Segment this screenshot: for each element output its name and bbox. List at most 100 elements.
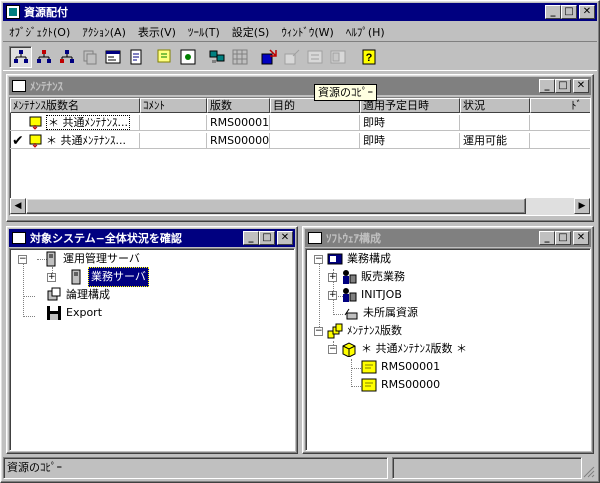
minimize-button[interactable]: _ — [545, 5, 561, 19]
version-icon — [361, 377, 377, 393]
scroll-right-button[interactable]: ▶ — [574, 198, 590, 214]
minimize-button[interactable]: _ — [539, 79, 555, 93]
maximize-button[interactable]: □ — [555, 231, 571, 245]
collapse-icon[interactable]: − — [18, 254, 27, 264]
menu-settings[interactable]: 設定(S) — [226, 22, 276, 42]
col-header-version[interactable]: 版数 — [207, 98, 270, 113]
package-icon — [341, 341, 357, 358]
maintenance-title: ﾒﾝﾃﾅﾝｽ — [30, 80, 63, 93]
menu-view[interactable]: 表示(V) — [132, 22, 182, 42]
collapse-icon[interactable]: − — [314, 326, 323, 336]
maximize-button[interactable]: □ — [561, 5, 577, 19]
target-system-tree[interactable]: − 運用管理サーバ + 業務サーバ 論理構成 Export — [9, 248, 295, 451]
close-button[interactable]: ✕ — [573, 231, 589, 245]
maximize-button[interactable]: □ — [555, 79, 571, 93]
svg-text:?: ? — [365, 52, 372, 64]
scroll-thumb[interactable] — [26, 198, 526, 214]
checkmark-icon: ✔ — [12, 133, 24, 149]
maintenance-icon — [12, 80, 26, 92]
logical-config-icon — [46, 287, 62, 303]
distribute-icon[interactable] — [257, 46, 280, 68]
menu-window[interactable]: ｳｨﾝﾄﾞｳ(W) — [275, 22, 339, 42]
tree-view-icon[interactable] — [9, 46, 32, 68]
computer-icon[interactable] — [205, 46, 228, 68]
menu-action[interactable]: ｱｸｼｮﾝ(A) — [76, 22, 132, 42]
menu-help[interactable]: ﾍﾙﾌﾟ(H) — [340, 22, 391, 42]
network-alt-icon[interactable] — [55, 46, 78, 68]
help-icon[interactable]: ? — [357, 46, 380, 68]
tree-item-rms00001[interactable]: RMS00001 — [361, 358, 440, 376]
unassigned-icon — [343, 305, 359, 321]
close-button[interactable]: ✕ — [573, 79, 589, 93]
tree-item-initjob[interactable]: + INITJOB — [328, 286, 402, 304]
users-icon — [341, 269, 357, 285]
copy-icon[interactable] — [78, 46, 101, 68]
software-tree[interactable]: − 業務構成 + 販売業務 + INITJOB 未所属資源 − ﾒﾝﾃﾅﾝｽ版数… — [305, 248, 591, 451]
users-icon — [341, 287, 357, 303]
expand-icon[interactable]: + — [47, 272, 56, 282]
col-header-comment[interactable]: ｺﾒﾝﾄ — [140, 98, 207, 113]
maximize-button[interactable]: □ — [259, 231, 275, 245]
col-header-more[interactable]: ﾄﾞ — [530, 98, 590, 113]
status-bar-text: 資源のｺﾋﾟｰ — [3, 457, 388, 479]
properties-icon[interactable] — [101, 46, 124, 68]
disabled-icon[interactable] — [326, 46, 349, 68]
search-icon[interactable] — [153, 46, 176, 68]
network-view-icon[interactable] — [32, 46, 55, 68]
maintenance-item-icon — [29, 134, 43, 148]
disabled-icon[interactable] — [303, 46, 326, 68]
scroll-left-button[interactable]: ◀ — [10, 198, 26, 214]
target-system-icon — [12, 232, 26, 244]
software-title-bar[interactable]: ｿﾌﾄｳｪｱ構成 _ □ ✕ — [305, 229, 591, 247]
tree-item-rms00000[interactable]: RMS00000 — [361, 376, 440, 394]
app-title: 資源配付 — [24, 6, 68, 19]
collapse-icon[interactable]: − — [328, 344, 337, 354]
tree-item-maint-version[interactable]: − ﾒﾝﾃﾅﾝｽ版数 — [314, 322, 402, 340]
server-icon — [43, 251, 59, 267]
target-system-title-bar[interactable]: 対象システム−全体状況を確認 _ □ ✕ — [9, 229, 295, 247]
business-config-icon — [327, 251, 343, 267]
tree-item-common[interactable]: − ＊ 共通ﾒﾝﾃﾅﾝｽ版数 ＊ — [328, 340, 467, 358]
minimize-button[interactable]: _ — [539, 231, 555, 245]
app-icon — [6, 5, 20, 19]
software-icon — [308, 232, 322, 244]
network-settings-icon[interactable] — [176, 46, 199, 68]
expand-icon[interactable]: + — [328, 290, 337, 300]
table-row[interactable]: ＊ 共通ﾒﾝﾃﾅﾝｽ... RMS00001 即時 — [10, 115, 590, 132]
grid-icon[interactable] — [228, 46, 251, 68]
tree-item-unassigned[interactable]: 未所属資源 — [343, 304, 418, 322]
maintenance-list[interactable]: ﾒﾝﾃﾅﾝｽ版数名 ｺﾒﾝﾄ 版数 目的 適用予定日時 状況 ﾄﾞ ＊ 共通ﾒﾝ… — [9, 97, 591, 216]
resize-grip-icon[interactable] — [583, 466, 595, 478]
col-header-name[interactable]: ﾒﾝﾃﾅﾝｽ版数名 — [10, 98, 140, 113]
tree-item-business[interactable]: − 業務構成 — [314, 250, 391, 268]
maintenance-title-bar[interactable]: ﾒﾝﾃﾅﾝｽ _ □ ✕ — [9, 77, 591, 95]
document-icon[interactable] — [124, 46, 147, 68]
menu-bar: ｵﾌﾞｼﾞｪｸﾄ(O) ｱｸｼｮﾝ(A) 表示(V) ﾂｰﾙ(T) 設定(S) ｳｨﾝﾄﾞ… — [3, 22, 597, 40]
tree-item-logical[interactable]: 論理構成 — [36, 286, 110, 304]
edit-icon[interactable] — [280, 46, 303, 68]
horizontal-scrollbar[interactable]: ◀ ▶ — [10, 198, 590, 215]
table-row[interactable]: ✔ ＊ 共通ﾒﾝﾃﾅﾝｽ... RMS00000 即時 運用可能 — [10, 133, 590, 150]
minimize-button[interactable]: _ — [243, 231, 259, 245]
target-system-title: 対象システム−全体状況を確認 — [30, 232, 182, 245]
toolbar: ? — [3, 41, 597, 71]
col-header-status[interactable]: 状況 — [460, 98, 530, 113]
maintenance-version-icon — [327, 323, 343, 339]
menu-object[interactable]: ｵﾌﾞｼﾞｪｸﾄ(O) — [3, 22, 76, 42]
status-bar-panel — [392, 457, 582, 479]
software-title: ｿﾌﾄｳｪｱ構成 — [326, 232, 381, 245]
floppy-icon — [46, 305, 62, 321]
expand-icon[interactable]: + — [328, 272, 337, 282]
app-title-bar[interactable]: 資源配付 _ □ ✕ — [3, 3, 597, 21]
maintenance-item-icon — [29, 116, 43, 130]
tree-item-ops-server[interactable]: − 運用管理サーバ — [18, 250, 140, 268]
tooltip: 資源のｺﾋﾟｰ — [314, 84, 377, 101]
version-icon — [361, 359, 377, 375]
close-button[interactable]: ✕ — [277, 231, 293, 245]
close-button[interactable]: ✕ — [579, 5, 595, 19]
tree-item-business-server[interactable]: + 業務サーバ — [47, 267, 149, 287]
tree-item-sales[interactable]: + 販売業務 — [328, 268, 405, 286]
collapse-icon[interactable]: − — [314, 254, 323, 264]
tree-item-export[interactable]: Export — [36, 304, 102, 322]
menu-tools[interactable]: ﾂｰﾙ(T) — [182, 22, 226, 42]
